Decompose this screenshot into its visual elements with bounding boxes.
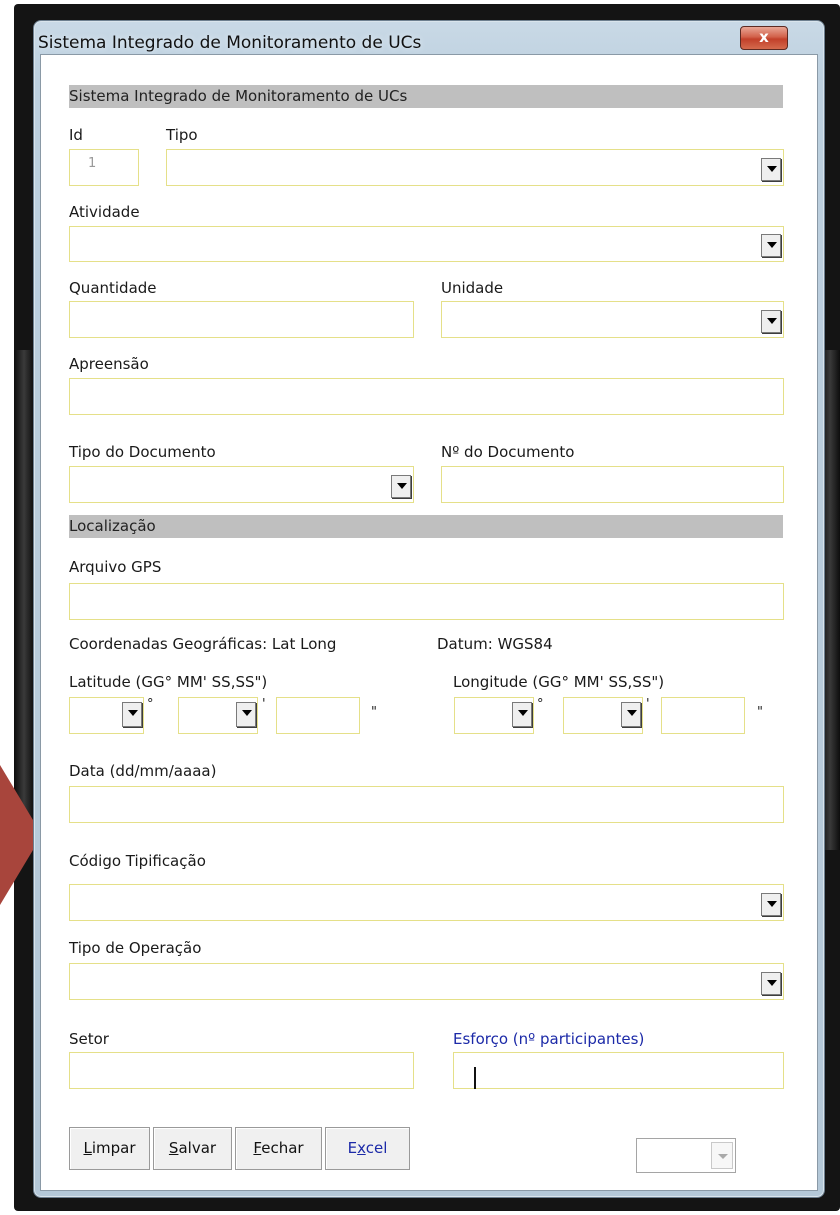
atividade-combo[interactable] xyxy=(69,226,784,262)
fechar-label: echar xyxy=(261,1139,304,1157)
dropdown-arrow-icon[interactable] xyxy=(236,702,256,727)
tipo-operacao-combo[interactable] xyxy=(69,963,784,1000)
arquivo-gps-label: Arquivo GPS xyxy=(69,558,162,576)
salvar-label: alvar xyxy=(178,1139,217,1157)
excel-button[interactable]: Excel xyxy=(325,1127,410,1170)
latitude-degrees-combo[interactable] xyxy=(69,697,144,734)
longitude-seconds-input[interactable] xyxy=(661,697,745,734)
data-label: Data (dd/mm/aaaa) xyxy=(69,762,217,780)
codigo-tipificacao-combo[interactable] xyxy=(69,884,784,921)
num-documento-input[interactable] xyxy=(441,466,784,503)
dropdown-arrow-icon[interactable] xyxy=(391,475,411,498)
longitude-second-mark: " xyxy=(757,705,763,720)
arquivo-gps-input[interactable] xyxy=(69,583,784,620)
apreensao-label: Apreensão xyxy=(69,355,149,373)
num-documento-label: Nº do Documento xyxy=(441,443,575,461)
dropdown-arrow-icon[interactable] xyxy=(512,702,532,727)
excel-mnemonic: x xyxy=(357,1139,366,1157)
dropdown-arrow-icon[interactable] xyxy=(761,972,781,995)
dropdown-arrow-icon[interactable] xyxy=(711,1142,733,1169)
limpar-button[interactable]: Limpar xyxy=(69,1127,150,1170)
tipo-documento-combo[interactable] xyxy=(69,466,414,503)
latitude-minutes-combo[interactable] xyxy=(178,697,258,734)
apreensao-input[interactable] xyxy=(69,378,784,415)
dropdown-arrow-icon[interactable] xyxy=(621,702,641,727)
latitude-second-mark: " xyxy=(371,705,377,720)
dropdown-arrow-icon[interactable] xyxy=(761,310,781,333)
longitude-degree-mark: ° xyxy=(537,697,544,712)
datum-label: Datum: WGS84 xyxy=(437,635,553,653)
limpar-mnemonic: L xyxy=(83,1139,92,1157)
section-location-title: Localização xyxy=(69,517,156,535)
atividade-label: Atividade xyxy=(69,203,140,221)
tipo-documento-label: Tipo do Documento xyxy=(69,443,216,461)
coordenadas-label: Coordenadas Geográficas: Lat Long xyxy=(69,635,337,653)
id-value: 1 xyxy=(88,156,97,171)
section-header-bar: Sistema Integrado de Monitoramento de UC… xyxy=(69,85,783,108)
dropdown-arrow-icon[interactable] xyxy=(761,893,781,916)
longitude-minute-mark: ' xyxy=(646,697,650,712)
esforco-input[interactable] xyxy=(453,1052,784,1089)
close-icon: x xyxy=(759,28,769,46)
salvar-button[interactable]: Salvar xyxy=(153,1127,232,1170)
limpar-label: impar xyxy=(91,1139,136,1157)
longitude-degrees-combo[interactable] xyxy=(454,697,534,734)
setor-label: Setor xyxy=(69,1030,109,1048)
section-location-bar: Localização xyxy=(69,515,783,538)
window-title: Sistema Integrado de Monitoramento de UC… xyxy=(38,33,422,53)
esforco-label: Esforço (nº participantes) xyxy=(453,1030,645,1048)
close-button[interactable]: x xyxy=(740,26,788,50)
latitude-degree-mark: ° xyxy=(147,697,154,712)
excel-label: cel xyxy=(365,1139,388,1157)
record-navigator-combo[interactable] xyxy=(636,1138,736,1173)
latitude-seconds-input[interactable] xyxy=(276,697,360,734)
tipo-combo[interactable] xyxy=(166,149,784,186)
form-client-area xyxy=(40,54,818,1191)
codigo-tipificacao-label: Código Tipificação xyxy=(69,852,206,870)
id-label: Id xyxy=(69,126,83,144)
tipo-operacao-label: Tipo de Operação xyxy=(69,939,202,957)
dropdown-arrow-icon[interactable] xyxy=(761,234,781,257)
text-cursor xyxy=(474,1067,476,1089)
frame-edge-left xyxy=(14,350,34,850)
excel-label-pre: E xyxy=(347,1139,358,1157)
data-input[interactable] xyxy=(69,786,784,823)
tipo-label: Tipo xyxy=(166,126,198,144)
longitude-label: Longitude (GG° MM' SS,SS") xyxy=(453,673,665,691)
quantidade-input[interactable] xyxy=(69,301,414,338)
fechar-button[interactable]: Fechar xyxy=(235,1127,322,1170)
unidade-combo[interactable] xyxy=(441,301,784,338)
latitude-minute-mark: ' xyxy=(262,697,266,712)
quantidade-label: Quantidade xyxy=(69,279,157,297)
setor-input[interactable] xyxy=(69,1052,414,1089)
unidade-label: Unidade xyxy=(441,279,504,297)
dropdown-arrow-icon[interactable] xyxy=(761,158,781,181)
section-header-title: Sistema Integrado de Monitoramento de UC… xyxy=(69,87,408,105)
id-field[interactable]: 1 xyxy=(69,149,139,186)
latitude-label: Latitude (GG° MM' SS,SS") xyxy=(69,673,268,691)
longitude-minutes-combo[interactable] xyxy=(563,697,643,734)
dropdown-arrow-icon[interactable] xyxy=(122,702,142,727)
